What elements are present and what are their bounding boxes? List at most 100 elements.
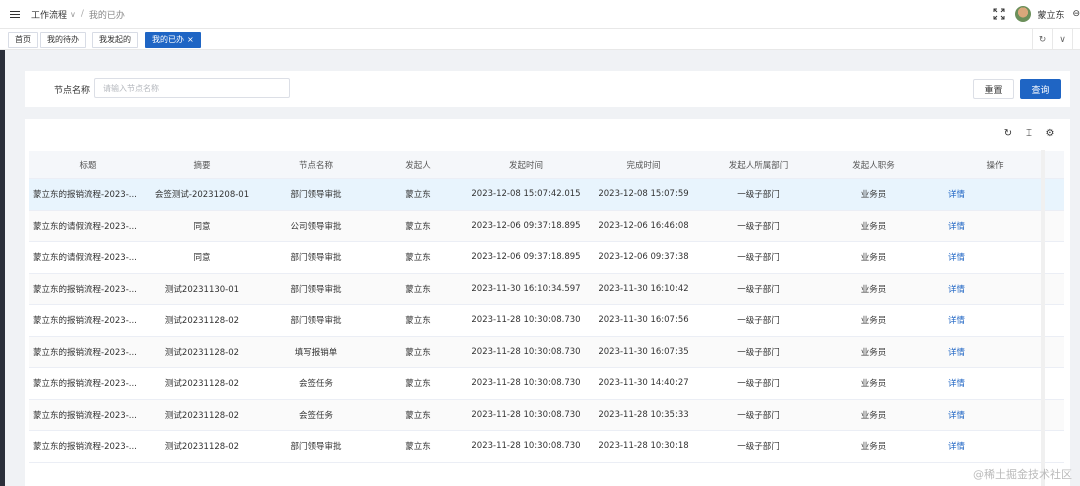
table-cell: 2023-11-30 16:10:42 <box>598 283 689 294</box>
tag-my-initiated[interactable]: 我发起的 <box>92 32 138 48</box>
node-name-label: 节点名称 <box>54 86 91 96</box>
table-cell: 业务员 <box>860 379 887 390</box>
table-cell: 2023-11-28 10:30:08.730 <box>471 409 581 420</box>
node-name-input[interactable] <box>94 78 290 98</box>
table-cell: 2023-11-28 10:35:33 <box>598 409 689 420</box>
table-cell: 蒙立东的报销流程-2023-... <box>33 379 137 390</box>
table-cell: 测试20231128-02 <box>164 410 240 421</box>
table-cell: 部门领导审批 <box>290 253 342 264</box>
scrollbar[interactable] <box>1041 150 1045 486</box>
column-header[interactable]: 摘要 <box>147 159 257 171</box>
table-cell: 蒙立东 <box>405 442 431 453</box>
table-row[interactable]: 蒙立东的报销流程-2023-... 测试20231130-01 部门领导审批 蒙立东 2… <box>29 273 1064 305</box>
table-cell: 2023-12-08 15:07:59 <box>598 189 689 200</box>
table-cell: 一级子部门 <box>737 379 780 390</box>
hamburger-icon[interactable] <box>10 10 20 18</box>
table-cell: 2023-12-06 09:37:18.895 <box>471 252 581 263</box>
tag-label: 首页 <box>15 35 31 44</box>
column-header[interactable]: 发起时间 <box>461 159 591 171</box>
detail-link[interactable]: 详情 <box>948 379 965 389</box>
table-cell: 2023-11-28 10:30:08.730 <box>471 346 581 357</box>
table-row[interactable]: 蒙立东的报销流程-2023-... 测试20231128-02 填写报销单 蒙立东 20… <box>29 336 1064 368</box>
gear-icon[interactable]: ⚙ <box>1044 127 1056 139</box>
table-cell: 业务员 <box>860 253 887 264</box>
detail-link[interactable]: 详情 <box>948 348 965 358</box>
table-cell: 测试20231128-02 <box>164 316 240 327</box>
detail-link[interactable]: 详情 <box>948 253 965 263</box>
table-row[interactable]: 蒙立东的报销流程-2023-... 测试20231128-02 会签任务 蒙立东 202… <box>29 368 1064 400</box>
table-cell: 蒙立东 <box>405 379 431 390</box>
table-cell: 2023-12-06 09:37:38 <box>598 252 689 263</box>
table-header: 标题 摘要 节点名称 发起人 发起时间 完成时间 发起人所属部门 发起人职务 操… <box>29 151 1064 179</box>
table-cell: 测试20231128-02 <box>164 379 240 390</box>
user-name[interactable]: 蒙立东 <box>1037 8 1064 21</box>
table-cell: 蒙立东的请假流程-2023-... <box>33 253 137 264</box>
table-cell: 蒙立东的请假流程-2023-... <box>33 221 137 232</box>
column-height-icon[interactable]: ⌶ <box>1023 127 1035 139</box>
table-cell: 2023-11-30 16:10:34.597 <box>471 283 581 294</box>
tag-label: 我的已办 <box>152 35 184 44</box>
tag-home[interactable]: 首页 <box>8 32 38 48</box>
table-cell: 蒙立东 <box>405 190 431 201</box>
column-header[interactable]: 完成时间 <box>591 159 696 171</box>
table-cell: 部门领导审批 <box>290 190 342 201</box>
close-icon[interactable]: × <box>187 35 194 44</box>
column-header[interactable]: 节点名称 <box>257 159 375 171</box>
reset-button[interactable]: 重置 <box>973 79 1014 99</box>
table-panel: ↻ ⌶ ⚙ 标题 摘要 节点名称 发起人 发起时间 完成时间 发起人所属部门 发… <box>25 119 1070 486</box>
tags-menu-edge <box>1072 29 1080 50</box>
table-row[interactable]: 蒙立东的报销流程-2023-... 测试20231128-02 会签任务 蒙立东 202… <box>29 399 1064 431</box>
table-row[interactable]: 蒙立东的请假流程-2023-... 同意 公司领导审批 蒙立东 2023-12-06 0… <box>29 210 1064 242</box>
table-cell: 2023-12-06 16:46:08 <box>598 220 689 231</box>
column-header[interactable]: 发起人职务 <box>821 159 926 171</box>
table-row[interactable]: 蒙立东的报销流程-2023-... 会签测试-20231208-01 部门领导审批 蒙… <box>29 179 1064 211</box>
table-cell: 测试20231130-01 <box>164 284 240 295</box>
table-cell: 同意 <box>193 253 211 264</box>
logout-icon[interactable]: ⊖ <box>1072 9 1080 19</box>
detail-link[interactable]: 详情 <box>948 285 965 295</box>
table-row[interactable]: 蒙立东的报销流程-2023-... 测试20231128-02 部门领导审批 蒙立东 2… <box>29 431 1064 463</box>
table-cell: 一级子部门 <box>737 442 780 453</box>
breadcrumb-separator: / <box>80 9 84 19</box>
table-cell: 2023-11-30 16:07:35 <box>598 346 689 357</box>
chevron-down-icon[interactable]: ∨ <box>1052 29 1072 50</box>
table-cell: 蒙立东 <box>405 410 431 421</box>
done-tasks-table: 标题 摘要 节点名称 发起人 发起时间 完成时间 发起人所属部门 发起人职务 操… <box>29 151 1064 463</box>
table-cell: 业务员 <box>860 442 887 453</box>
breadcrumb-root[interactable]: 工作流程 <box>31 8 67 21</box>
detail-link[interactable]: 详情 <box>948 190 965 200</box>
table-cell: 业务员 <box>860 284 887 295</box>
table-cell: 部门领导审批 <box>290 442 342 453</box>
table-row[interactable]: 蒙立东的请假流程-2023-... 同意 部门领导审批 蒙立东 2023-12-06 0… <box>29 242 1064 274</box>
table-cell: 填写报销单 <box>294 347 338 358</box>
watermark: @稀土掘金技术社区 <box>973 468 1072 481</box>
column-header[interactable]: 发起人所属部门 <box>696 159 821 171</box>
refresh-icon[interactable]: ↻ <box>1032 29 1052 50</box>
table-cell: 公司领导审批 <box>290 221 342 232</box>
detail-link[interactable]: 详情 <box>948 222 965 232</box>
tag-label: 我发起的 <box>99 35 131 44</box>
table-cell: 会签任务 <box>298 379 333 390</box>
table-cell: 2023-11-28 10:30:18 <box>598 441 689 452</box>
detail-link[interactable]: 详情 <box>948 411 965 421</box>
table-cell: 一级子部门 <box>737 253 780 264</box>
avatar[interactable] <box>1015 6 1032 22</box>
detail-link[interactable]: 详情 <box>948 442 965 452</box>
table-cell: 业务员 <box>860 190 887 201</box>
tag-my-todo[interactable]: 我的待办 <box>40 32 86 48</box>
detail-link[interactable]: 详情 <box>948 316 965 326</box>
table-cell: 一级子部门 <box>737 221 780 232</box>
table-cell: 蒙立东 <box>405 284 431 295</box>
table-cell: 会签任务 <box>298 410 333 421</box>
column-header[interactable]: 标题 <box>29 159 147 171</box>
tag-my-done[interactable]: 我的已办 × <box>145 32 201 48</box>
tag-label: 我的待办 <box>47 35 79 44</box>
refresh-icon[interactable]: ↻ <box>1002 127 1014 139</box>
table-cell: 蒙立东 <box>405 221 431 232</box>
query-button[interactable]: 查询 <box>1020 79 1061 99</box>
table-row[interactable]: 蒙立东的报销流程-2023-... 测试20231128-02 部门领导审批 蒙立东 2… <box>29 305 1064 337</box>
fullscreen-icon[interactable] <box>993 8 1005 20</box>
table-cell: 测试20231128-02 <box>164 347 240 358</box>
table-cell: 业务员 <box>860 347 887 358</box>
column-header[interactable]: 发起人 <box>375 159 461 171</box>
